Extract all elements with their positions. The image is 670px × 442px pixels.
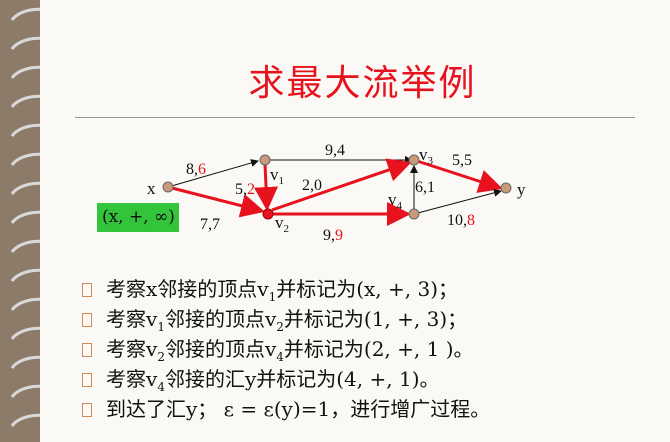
node-v2 [262,208,274,220]
node-v1-label: v1 [270,165,284,187]
node-x-label: x [147,179,156,198]
bullet-icon [82,313,92,327]
node-v3-label: v3 [419,145,434,167]
bullet-icon [82,283,92,297]
edge-v4-y-label: 10,8 [447,212,475,229]
step-item: 考察v2邻接的顶点v4并标记为(2, +, 1 )。 [82,334,662,364]
edge-v1-v3-label: 9,4 [325,142,345,159]
edge-v2-v4-label: 9,9 [323,227,343,244]
node-y [500,182,512,194]
node-v1 [259,154,271,166]
edge-x-v1-label: 8,6 [186,161,206,178]
node-v4 [408,208,420,220]
edge-v1-v2 [254,163,279,211]
step-item: 考察v1邻接的顶点v2并标记为(1, +, 3)； [82,304,662,334]
source-label-box: (x, +, ∞) [97,203,179,232]
bullet-icon [82,403,92,417]
node-v4-label: v4 [388,190,403,212]
node-v3 [408,154,420,166]
step-item: 到达了汇y； ε = ε(y)=1，进行增广过程。 [82,394,662,424]
bullet-icon [82,343,92,357]
step-item: 考察v4邻接的汇y并标记为(4, +, 1)。 [82,364,662,394]
bullet-icon [82,373,92,387]
node-v2-label: v2 [275,213,289,235]
node-y-label: y [517,180,526,199]
step-item: 考察x邻接的顶点v1并标记为(x, +, 3)； [82,274,662,304]
edge-v4-v3-side-label: 6,1 [415,179,435,196]
edge-v4-v3-label: 2,0 [302,177,322,194]
edge-v3-y-label: 5,5 [452,152,472,169]
edge-v1-v2-label: 5,2 [235,181,255,198]
node-x [162,181,174,193]
steps-list: 考察x邻接的顶点v1并标记为(x, +, 3)； 考察v1邻接的顶点v2并标记为… [82,274,662,424]
edge-x-v2-label: 7,7 [200,216,220,233]
